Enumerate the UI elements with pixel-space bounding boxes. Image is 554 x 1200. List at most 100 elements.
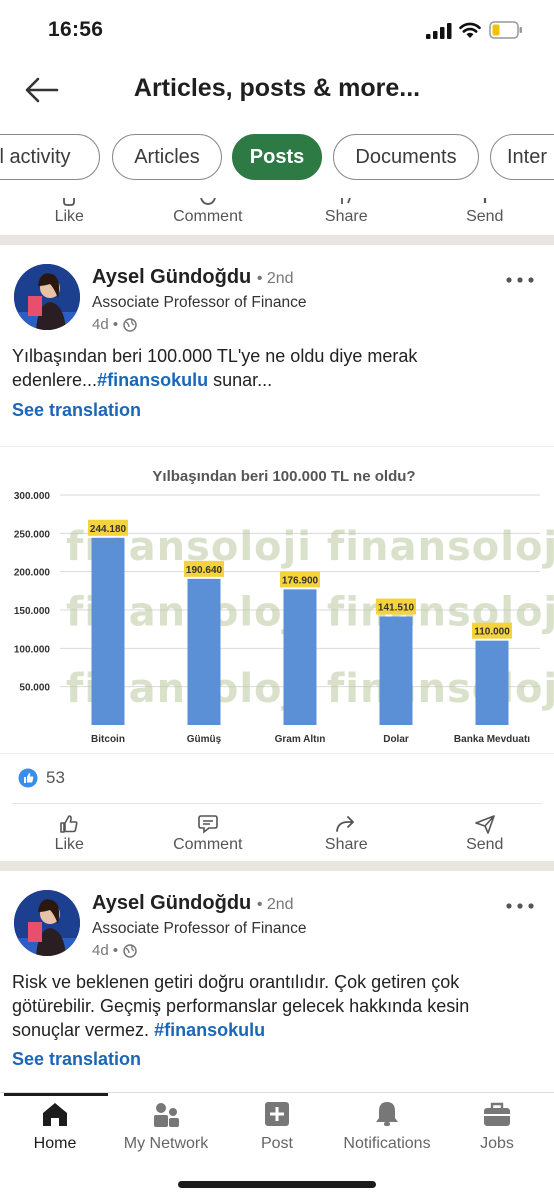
- post-text-line: sonuçlar vermez. #finansokulu: [12, 1018, 542, 1042]
- page-title: Articles, posts & more...: [133, 74, 421, 102]
- post-text-segment: edenlere...: [12, 370, 98, 390]
- reactions-summary[interactable]: 53: [18, 768, 65, 788]
- active-tab-indicator: [4, 1093, 108, 1096]
- watermark-text: finansoloji finansoloj: [66, 524, 554, 570]
- y-tick-label: 300.000: [14, 491, 51, 502]
- post-text-line: Risk ve beklenen getiri doğru orantılıdı…: [12, 972, 460, 992]
- post-header: Aysel Gündoğdu • 2nd Associate Professor…: [0, 264, 554, 344]
- globe-icon: [123, 317, 137, 332]
- chart-title: Yılbaşından beri 100.000 TL ne oldu?: [152, 468, 415, 485]
- nav-post-label: Post: [260, 1135, 293, 1152]
- nav-my-network-label: My Network: [123, 1135, 209, 1152]
- author-name[interactable]: Aysel Gündoğdu • 2nd: [92, 892, 294, 915]
- status-bar: 16:56: [0, 0, 554, 60]
- hashtag-link[interactable]: #finansokulu: [154, 1020, 265, 1040]
- data-label: 110.000: [474, 627, 510, 638]
- data-label: 244.180: [90, 524, 127, 535]
- share-label: Share: [324, 836, 368, 853]
- share-arrow-icon: [336, 816, 355, 832]
- comment-button[interactable]: Comment: [139, 810, 278, 854]
- y-tick-label: 200.000: [14, 568, 51, 579]
- post-text-line: edenlere...#finansokulu sunar...: [12, 368, 542, 392]
- nav-post[interactable]: Post: [222, 1101, 332, 1153]
- like-button[interactable]: Like: [0, 188, 139, 226]
- data-label: 190.640: [186, 565, 223, 576]
- send-button[interactable]: Send: [416, 810, 554, 854]
- post-text: Risk ve beklenen getiri doğru orantılıdı…: [12, 970, 542, 1042]
- author-headline: Associate Professor of Finance: [92, 294, 307, 311]
- hashtag-link[interactable]: #finansokulu: [97, 370, 208, 390]
- data-label: 141.510: [378, 603, 415, 614]
- y-tick-label: 150.000: [14, 606, 51, 617]
- feed-separator: [0, 861, 554, 871]
- post-meta: 4d •: [92, 316, 137, 333]
- post-time: 4d •: [92, 316, 119, 333]
- chart-bar: [379, 616, 413, 725]
- comment-icon: [199, 198, 216, 205]
- chip-articles[interactable]: Articles: [112, 134, 222, 180]
- x-tick-label: Gram Altın: [275, 734, 326, 745]
- chart-bar: [283, 589, 317, 725]
- like-button[interactable]: Like: [0, 810, 139, 854]
- share-icon: [341, 198, 352, 204]
- home-icon: [43, 1103, 67, 1126]
- post-text-line: götürebilir. Geçmiş performanslar gelece…: [12, 996, 470, 1016]
- author-name-text: Aysel Gündoğdu: [92, 266, 252, 288]
- feed-separator: [0, 235, 554, 245]
- send-label: Send: [466, 208, 504, 225]
- nav-home[interactable]: Home: [0, 1101, 110, 1153]
- author-name[interactable]: Aysel Gündoğdu • 2nd: [92, 266, 294, 289]
- comment-icon: [197, 815, 218, 834]
- chart-bar: [91, 537, 125, 725]
- chip-activity[interactable]: l activity: [0, 134, 100, 180]
- post-text-segment: sunar...: [208, 370, 273, 390]
- chart-bar: [475, 640, 509, 725]
- avatar[interactable]: [14, 890, 80, 956]
- like-label: Like: [54, 208, 84, 225]
- filter-chips: l activity Articles Posts Documents Inte…: [0, 134, 554, 182]
- chip-interactions[interactable]: Inter: [490, 134, 554, 180]
- comment-label: Comment: [173, 208, 243, 225]
- post-text: Yılbaşından beri 100.000 TL'ye ne oldu d…: [12, 344, 542, 392]
- share-button[interactable]: Share: [277, 188, 416, 226]
- like-label: Like: [54, 836, 84, 853]
- connection-degree: • 2nd: [256, 270, 294, 287]
- nav-my-network[interactable]: My Network: [111, 1101, 221, 1153]
- share-label: Share: [324, 208, 368, 225]
- send-icon: [483, 198, 486, 203]
- home-indicator: [178, 1181, 376, 1188]
- nav-jobs[interactable]: Jobs: [442, 1101, 552, 1153]
- status-time: 16:56: [48, 18, 104, 41]
- chip-posts[interactable]: Posts: [232, 134, 322, 180]
- post-meta: 4d •: [92, 942, 137, 959]
- thumbs-up-icon: [60, 815, 78, 833]
- see-translation-link[interactable]: See translation: [12, 1049, 141, 1070]
- x-tick-label: Bitcoin: [91, 734, 125, 745]
- like-reaction-icon: [18, 768, 38, 788]
- nav-notifications[interactable]: Notifications: [332, 1101, 442, 1153]
- x-tick-label: Dolar: [383, 734, 409, 745]
- share-button[interactable]: Share: [277, 810, 416, 854]
- post-time: 4d •: [92, 942, 119, 959]
- avatar[interactable]: [14, 264, 80, 330]
- cellular-signal-icon: [426, 23, 452, 39]
- data-label: 176.900: [282, 575, 319, 586]
- see-translation-link[interactable]: See translation: [12, 400, 141, 421]
- post-actions: Like Comment Share Send: [0, 810, 554, 854]
- plus-box-icon: [265, 1102, 289, 1126]
- reaction-count: 53: [46, 768, 65, 787]
- previous-post-actions: Like Comment Share Send: [0, 188, 554, 226]
- x-tick-label: Banka Mevduatı: [454, 734, 530, 745]
- comment-button[interactable]: Comment: [139, 188, 278, 226]
- like-icon: [63, 198, 76, 206]
- more-options-icon[interactable]: [504, 898, 536, 914]
- briefcase-icon: [484, 1102, 510, 1126]
- more-options-icon[interactable]: [504, 272, 536, 288]
- page-header: Articles, posts & more...: [0, 60, 554, 122]
- chip-documents[interactable]: Documents: [333, 134, 479, 180]
- battery-icon: [489, 21, 522, 39]
- post-text-segment: sonuçlar vermez.: [12, 1020, 155, 1040]
- post-header: Aysel Gündoğdu • 2nd Associate Professor…: [0, 890, 554, 970]
- send-button[interactable]: Send: [416, 188, 554, 226]
- post-image-chart[interactable]: Yılbaşından beri 100.000 TL ne oldu? 300.…: [0, 446, 554, 754]
